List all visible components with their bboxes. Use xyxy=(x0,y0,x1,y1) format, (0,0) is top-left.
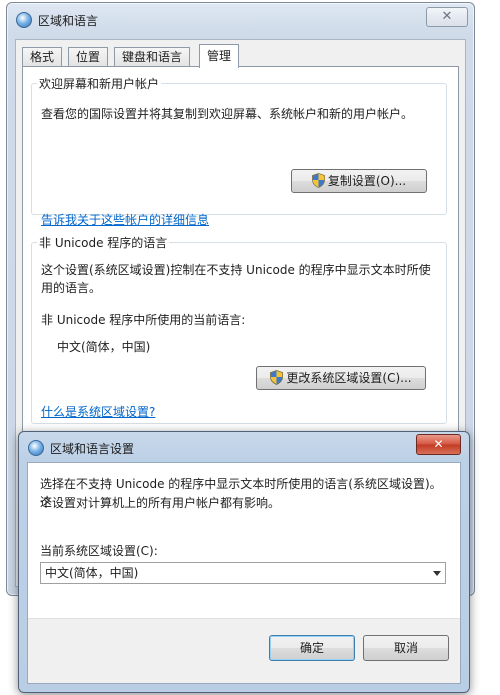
cancel-button[interactable]: 取消 xyxy=(363,635,449,661)
tab-administrative[interactable]: 管理 xyxy=(199,44,240,68)
dialog-title: 区域和语言设置 xyxy=(50,442,135,456)
group-legend: 非 Unicode 程序的语言 xyxy=(39,236,168,250)
current-language-value: 中文(简体，中国) xyxy=(57,340,151,354)
welcome-screen-group: 欢迎屏幕和新用户帐户 xyxy=(31,75,447,215)
tab-format[interactable]: 格式 xyxy=(22,47,63,67)
tab-location[interactable]: 位置 xyxy=(68,47,109,67)
close-button[interactable]: ✕ xyxy=(426,7,468,27)
group-legend: 欢迎屏幕和新用户帐户 xyxy=(39,77,160,91)
globe-icon xyxy=(28,440,44,456)
system-locale-value: 中文(简体，中国) xyxy=(45,566,139,580)
uac-shield-icon xyxy=(311,173,325,188)
accounts-details-link[interactable]: 告诉我关于这些帐户的详细信息 xyxy=(41,211,209,228)
tab-keyboard-language[interactable]: 键盘和语言 xyxy=(114,47,191,67)
region-language-settings-dialog: 区域和语言设置 ✕ 选择在不支持 Unicode 的程序中显示文本时所使用的语言… xyxy=(18,431,470,693)
change-system-locale-button[interactable]: 更改系统区域设置(C)... xyxy=(256,366,426,390)
chevron-down-icon[interactable] xyxy=(433,571,441,576)
globe-icon xyxy=(16,12,32,28)
system-locale-label: 当前系统区域设置(C): xyxy=(40,544,158,558)
title-bar[interactable]: 区域和语言 ✕ xyxy=(7,3,474,35)
current-language-label: 非 Unicode 程序中所使用的当前语言: xyxy=(41,313,246,327)
non-unicode-description-line1: 这个设置(系统区域设置)控制在不支持 Unicode 的程序中显示文本时所使 xyxy=(41,263,431,277)
copy-settings-label: 复制设置(O)... xyxy=(327,174,407,188)
uac-shield-icon xyxy=(270,370,284,385)
non-unicode-description-line2: 用的语言。 xyxy=(41,281,102,295)
change-system-locale-label: 更改系统区域设置(C)... xyxy=(286,371,412,385)
dialog-description-line2: 个设置对计算机上的所有用户帐户都有影响。 xyxy=(40,496,281,510)
dialog-close-button[interactable]: ✕ xyxy=(416,434,461,455)
system-locale-select[interactable]: 中文(简体，中国) xyxy=(40,562,446,584)
dialog-client-area: 选择在不支持 Unicode 的程序中显示文本时所使用的语言(系统区域设置)。这… xyxy=(27,462,461,684)
copy-settings-button[interactable]: 复制设置(O)... xyxy=(291,169,427,193)
what-is-system-locale-link[interactable]: 什么是系统区域设置? xyxy=(41,403,155,420)
dialog-footer: 确定 取消 xyxy=(28,618,460,683)
window-title: 区域和语言 xyxy=(38,14,99,28)
welcome-description: 查看您的国际设置并将其复制到欢迎屏幕、系统帐户和新的用户帐户。 xyxy=(41,107,414,121)
ok-button[interactable]: 确定 xyxy=(269,635,355,661)
dialog-title-bar[interactable]: 区域和语言设置 ✕ xyxy=(19,432,469,464)
dialog-content: 选择在不支持 Unicode 的程序中显示文本时所使用的语言(系统区域设置)。这… xyxy=(28,463,460,618)
